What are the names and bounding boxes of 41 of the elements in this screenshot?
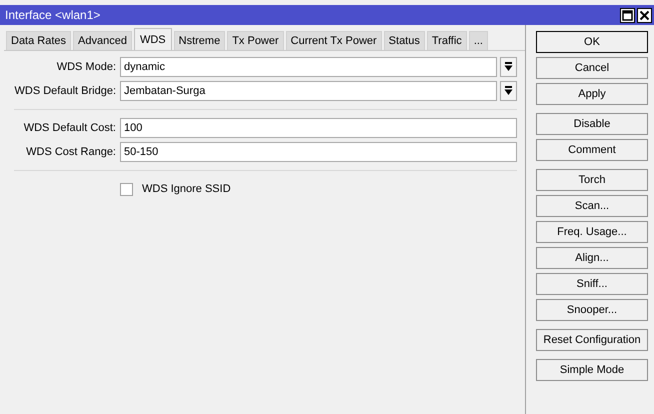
dialog-button[interactable]: Simple Mode	[536, 359, 648, 381]
input-field[interactable]: 100	[120, 118, 517, 138]
dialog-button[interactable]: OK	[536, 31, 648, 53]
field-label: WDS Default Cost:	[22, 122, 117, 134]
dialog-button[interactable]: Scan...	[536, 195, 648, 217]
close-icon	[639, 10, 650, 20]
dialog-button[interactable]: Sniff...	[536, 273, 648, 295]
field-label: WDS Mode:	[56, 61, 117, 73]
dialog-button[interactable]: Snooper...	[536, 299, 648, 321]
dialog-button[interactable]: Cancel	[536, 57, 648, 79]
tab[interactable]: Current Tx Power	[286, 31, 382, 50]
tab[interactable]: WDS	[134, 28, 172, 50]
tab[interactable]: ...	[468, 31, 488, 50]
dialog-button[interactable]: Align...	[536, 247, 648, 269]
tab[interactable]: Status	[384, 31, 425, 50]
field-label: WDS Cost Range:	[25, 146, 117, 158]
dialog-button[interactable]: Freq. Usage...	[536, 221, 648, 243]
checkbox-label: WDS Ignore SSID	[142, 183, 231, 195]
dialog-button[interactable]: Torch	[536, 169, 648, 191]
checkbox[interactable]	[120, 182, 133, 196]
window-title: Interface <wlan1>	[5, 8, 100, 22]
tab[interactable]: Nstreme	[174, 31, 226, 50]
maximize-button[interactable]	[620, 8, 635, 22]
dropdown-field[interactable]: Jembatan-Surga	[120, 81, 497, 101]
maximize-icon	[622, 10, 633, 20]
close-button[interactable]	[637, 8, 652, 22]
field-label: WDS Default Bridge:	[14, 85, 117, 97]
dropdown-arrow-icon	[504, 86, 513, 96]
tab[interactable]: Traffic	[426, 31, 467, 50]
dropdown-button[interactable]	[500, 81, 517, 101]
dialog-button[interactable]: Reset Configuration	[536, 329, 648, 351]
dialog-button[interactable]: Comment	[536, 139, 648, 161]
tab[interactable]: Tx Power	[227, 31, 284, 50]
dropdown-field[interactable]: dynamic	[120, 57, 497, 77]
dropdown-arrow-icon	[504, 62, 513, 72]
input-field[interactable]: 50-150	[120, 142, 517, 162]
dialog-button[interactable]: Disable	[536, 113, 648, 135]
tab[interactable]: Data Rates	[6, 31, 72, 50]
tab[interactable]: Advanced	[73, 31, 132, 50]
dropdown-button[interactable]	[500, 57, 517, 77]
dialog-button[interactable]: Apply	[536, 83, 648, 105]
